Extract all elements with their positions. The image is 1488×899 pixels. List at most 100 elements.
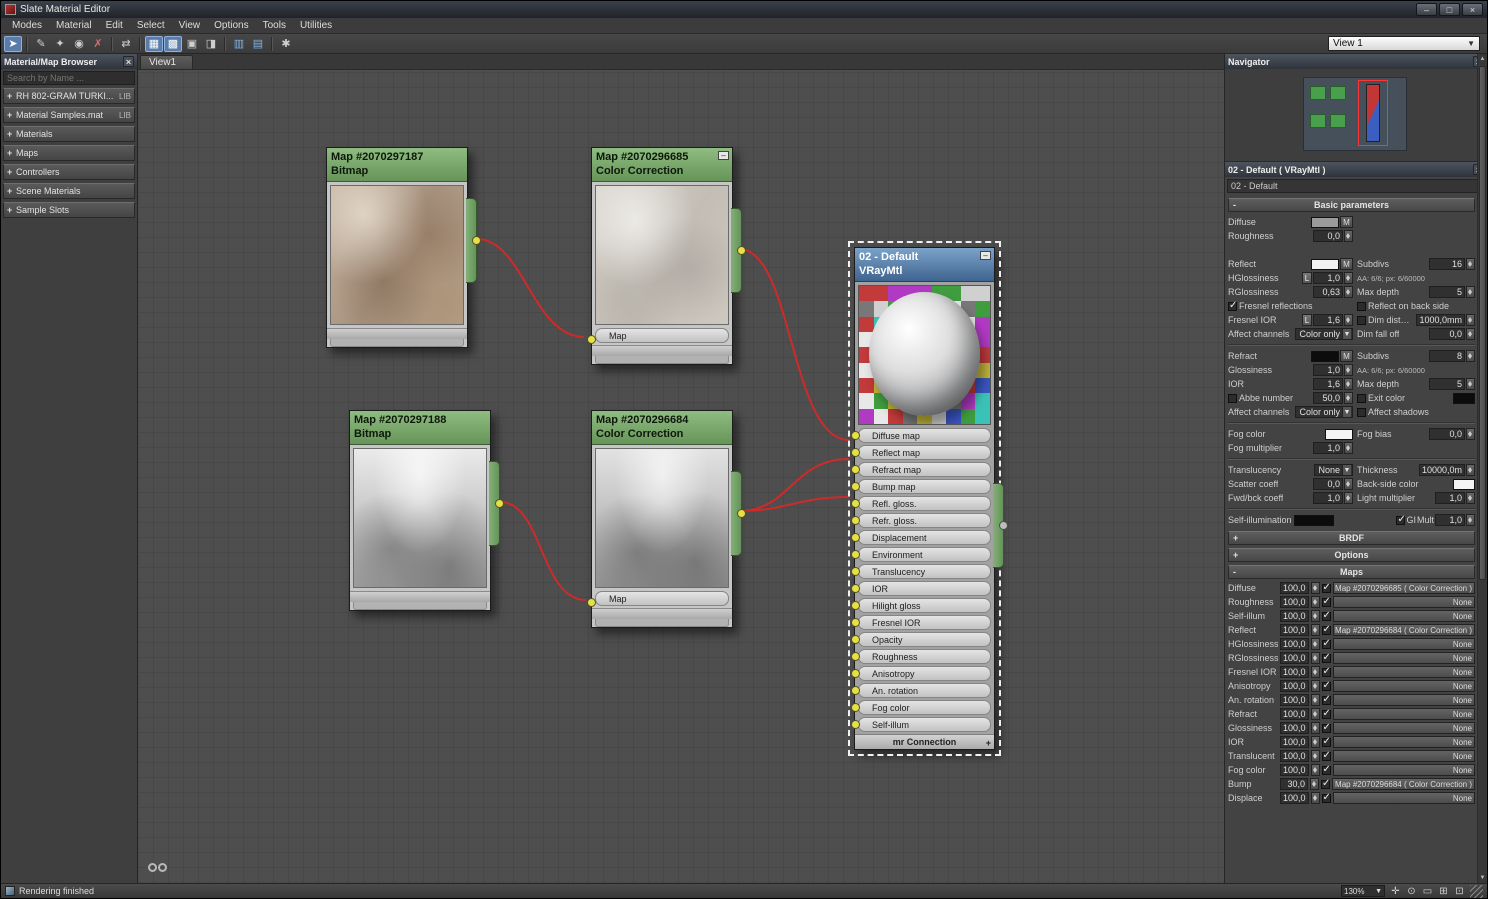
fog-multiplier-field[interactable]: 1,0 bbox=[1313, 442, 1343, 454]
output-socket[interactable] bbox=[737, 245, 746, 255]
menu-view[interactable]: View bbox=[172, 18, 208, 33]
bitmap-thumbnail[interactable] bbox=[353, 448, 487, 588]
map-enable-checkbox[interactable] bbox=[1321, 792, 1331, 803]
collapse-icon[interactable]: - bbox=[1233, 567, 1236, 577]
gi-checkbox[interactable] bbox=[1396, 514, 1406, 525]
input-socket[interactable] bbox=[851, 499, 860, 508]
browser-section-rh-802-gram-turki[interactable]: + RH 802-GRAM TURKI... LIB bbox=[3, 88, 135, 104]
vray-slot-hilight-gloss[interactable]: Hilight gloss bbox=[851, 598, 991, 613]
node-color-correction-2070296684[interactable]: Map #2070296684 Color Correction Map bbox=[587, 410, 746, 628]
layout-children-icon[interactable]: ▤ bbox=[249, 36, 267, 52]
expand-icon[interactable]: + bbox=[986, 736, 991, 751]
active-view-dropdown[interactable]: View 1 ▼ bbox=[1328, 36, 1480, 51]
scatter-coeff-field[interactable]: 0,0 bbox=[1313, 478, 1343, 490]
node-bitmap-2070297188[interactable]: Map #2070297188 Bitmap bbox=[349, 410, 504, 611]
amount-spinner[interactable] bbox=[1310, 652, 1320, 664]
map-amount-field[interactable]: 100,0 bbox=[1280, 764, 1309, 776]
move-children-icon[interactable]: ⇄ bbox=[117, 36, 135, 52]
navigator-body[interactable] bbox=[1225, 69, 1487, 162]
map-assign-button[interactable]: Map #2070296684 ( Color Correction ) bbox=[1332, 624, 1475, 636]
map-enable-checkbox[interactable] bbox=[1321, 582, 1331, 593]
map-enable-checkbox[interactable] bbox=[1321, 610, 1331, 621]
map-amount-field[interactable]: 100,0 bbox=[1280, 638, 1309, 650]
amount-spinner[interactable] bbox=[1310, 680, 1320, 692]
spinner[interactable] bbox=[1344, 392, 1353, 404]
lock-button[interactable]: L bbox=[1302, 314, 1312, 326]
input-socket[interactable] bbox=[851, 584, 860, 593]
browser-section-maps[interactable]: + Maps bbox=[3, 145, 135, 161]
vray-slot-roughness[interactable]: Roughness bbox=[851, 649, 991, 664]
expand-icon[interactable]: + bbox=[1233, 533, 1238, 543]
close-icon[interactable] bbox=[123, 56, 134, 67]
output-socket[interactable] bbox=[472, 235, 481, 245]
amount-spinner[interactable] bbox=[1310, 638, 1320, 650]
dim-distance-field[interactable]: 1000,0mm bbox=[1416, 314, 1465, 326]
input-socket[interactable] bbox=[851, 567, 860, 576]
menu-modes[interactable]: Modes bbox=[5, 18, 49, 33]
amount-spinner[interactable] bbox=[1310, 778, 1319, 790]
ior-field[interactable]: 1,6 bbox=[1313, 378, 1343, 390]
amount-spinner[interactable] bbox=[1310, 624, 1320, 636]
output-socket[interactable] bbox=[737, 508, 746, 518]
vray-slot-anisotropy[interactable]: Anisotropy bbox=[851, 666, 991, 681]
menu-tools[interactable]: Tools bbox=[256, 18, 293, 33]
map-assign-button[interactable]: None bbox=[1332, 694, 1475, 706]
map-assign-button[interactable]: Map #2070296685 ( Color Correction ) bbox=[1332, 582, 1475, 594]
input-socket[interactable] bbox=[851, 720, 860, 729]
hglossiness-field[interactable]: 1,0 bbox=[1313, 272, 1343, 284]
spinner[interactable] bbox=[1466, 378, 1475, 390]
map-assign-button[interactable]: None bbox=[1332, 638, 1475, 650]
scroll-up-icon[interactable]: ▲ bbox=[1478, 54, 1487, 64]
node-header[interactable]: Map #2070297187 Bitmap bbox=[327, 148, 467, 182]
vray-slot-opacity[interactable]: Opacity bbox=[851, 632, 991, 647]
spinner[interactable] bbox=[1344, 478, 1353, 490]
map-assign-button[interactable]: None bbox=[1332, 652, 1475, 664]
map-enable-checkbox[interactable] bbox=[1321, 722, 1331, 733]
scrollbar-thumb[interactable] bbox=[1479, 66, 1486, 580]
connection-wire[interactable] bbox=[499, 501, 587, 601]
node-header[interactable]: Map #2070296684 Color Correction bbox=[592, 411, 732, 445]
expand-icon[interactable]: + bbox=[7, 148, 16, 158]
input-socket[interactable] bbox=[851, 550, 860, 559]
affect-channels-dropdown[interactable]: Color only ▼ bbox=[1295, 328, 1353, 340]
spinner[interactable] bbox=[1466, 464, 1475, 476]
vray-slot-fresnel-ior[interactable]: Fresnel IOR bbox=[851, 615, 991, 630]
map-enable-checkbox[interactable] bbox=[1321, 764, 1331, 775]
abbe-field[interactable]: 50,0 bbox=[1313, 392, 1343, 404]
map-assign-button[interactable]: None bbox=[1332, 610, 1475, 622]
browser-section-materials[interactable]: + Materials bbox=[3, 126, 135, 142]
map-amount-field[interactable]: 100,0 bbox=[1280, 736, 1309, 748]
map-assign-button[interactable]: Map #2070296684 ( Color Correction ) bbox=[1332, 778, 1475, 790]
input-socket[interactable] bbox=[851, 465, 860, 474]
amount-spinner[interactable] bbox=[1310, 582, 1320, 594]
light-multiplier-field[interactable]: 1,0 bbox=[1435, 492, 1465, 504]
spinner[interactable] bbox=[1344, 272, 1353, 284]
output-tab[interactable] bbox=[731, 208, 746, 293]
spinner[interactable] bbox=[1344, 442, 1353, 454]
amount-spinner[interactable] bbox=[1310, 708, 1320, 720]
layout-all-icon[interactable]: ▥ bbox=[230, 36, 248, 52]
options-icon[interactable]: ✱ bbox=[277, 36, 295, 52]
map-enable-checkbox[interactable] bbox=[1321, 778, 1330, 789]
scroll-down-icon[interactable]: ▼ bbox=[1478, 873, 1487, 883]
material-name-field[interactable] bbox=[1227, 179, 1485, 193]
navigator-header[interactable]: Navigator bbox=[1225, 54, 1487, 69]
rollout-basic-parameters[interactable]: - Basic parameters bbox=[1228, 198, 1475, 212]
pan-find-icon[interactable] bbox=[148, 863, 170, 875]
amount-spinner[interactable] bbox=[1310, 596, 1320, 608]
zoom-extents-selected-icon[interactable]: ⊡ bbox=[1452, 885, 1467, 898]
zoom-extents-icon[interactable]: ⊞ bbox=[1436, 885, 1451, 898]
map-assign-button[interactable]: None bbox=[1332, 680, 1475, 692]
map-input-slot[interactable]: Map bbox=[595, 591, 729, 606]
max-depth-field[interactable]: 5 bbox=[1429, 286, 1465, 298]
map-amount-field[interactable]: 100,0 bbox=[1280, 624, 1309, 636]
amount-spinner[interactable] bbox=[1310, 736, 1320, 748]
refract-color-swatch[interactable] bbox=[1311, 350, 1339, 362]
spinner[interactable] bbox=[1466, 328, 1475, 340]
vray-slot-reflect-map[interactable]: Reflect map bbox=[851, 445, 991, 460]
map-enable-checkbox[interactable] bbox=[1321, 596, 1331, 607]
vray-slot-ior[interactable]: IOR bbox=[851, 581, 991, 596]
navigator-view-rect[interactable] bbox=[1358, 80, 1388, 146]
menu-material[interactable]: Material bbox=[49, 18, 99, 33]
node-vraymtl-02-default[interactable]: 02 - Default VRayMtl Diffuse map Reflect … bbox=[848, 241, 1008, 756]
